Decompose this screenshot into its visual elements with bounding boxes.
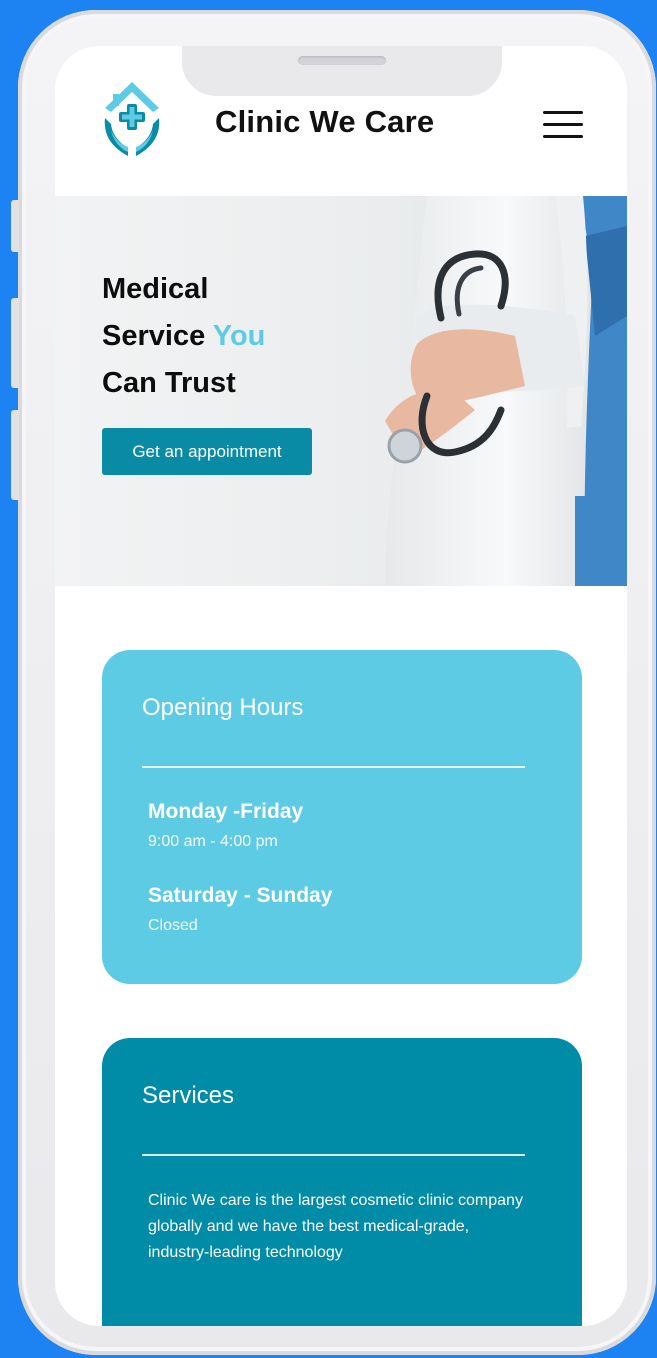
services-description: Clinic We care is the largest cosmetic c… — [148, 1192, 523, 1261]
hamburger-menu-icon[interactable] — [543, 111, 583, 139]
services-title: Services — [142, 1082, 235, 1109]
hero-heading-accent: You — [212, 320, 266, 352]
hero-heading-line2: Service You — [102, 313, 265, 360]
schedule-days: Saturday - Sunday — [148, 884, 333, 907]
opening-hours-card: Opening Hours Monday -Friday 9:00 am - 4… — [102, 650, 582, 984]
divider — [142, 766, 525, 768]
hero-heading: Medical Service You Can Trust — [102, 266, 265, 407]
hero-heading-line2-prefix: Service — [102, 320, 206, 352]
divider — [142, 1154, 525, 1156]
get-appointment-button[interactable]: Get an appointment — [102, 428, 312, 475]
volume-down-button — [11, 410, 19, 500]
schedule-days: Monday -Friday — [148, 800, 304, 823]
volume-up-button — [11, 298, 19, 388]
hero-heading-line1: Medical — [102, 273, 209, 305]
hero-banner: Medical Service You Can Trust Get an app… — [55, 196, 627, 586]
opening-hours-title: Opening Hours — [142, 694, 304, 721]
mute-switch — [11, 200, 19, 252]
brand-name[interactable]: Clinic We Care — [215, 104, 434, 140]
phone-speaker — [298, 56, 386, 65]
schedule-hours: 9:00 am - 4:00 pm — [148, 833, 278, 850]
hero-heading-line3: Can Trust — [102, 367, 236, 399]
schedule-hours: Closed — [148, 917, 198, 934]
phone-notch — [182, 46, 502, 96]
phone-screen: Clinic We Care Medical Service You Can T… — [55, 46, 627, 1326]
house-cross-hands-icon[interactable] — [101, 78, 163, 168]
services-card: Services Clinic We care is the largest c… — [102, 1038, 582, 1326]
